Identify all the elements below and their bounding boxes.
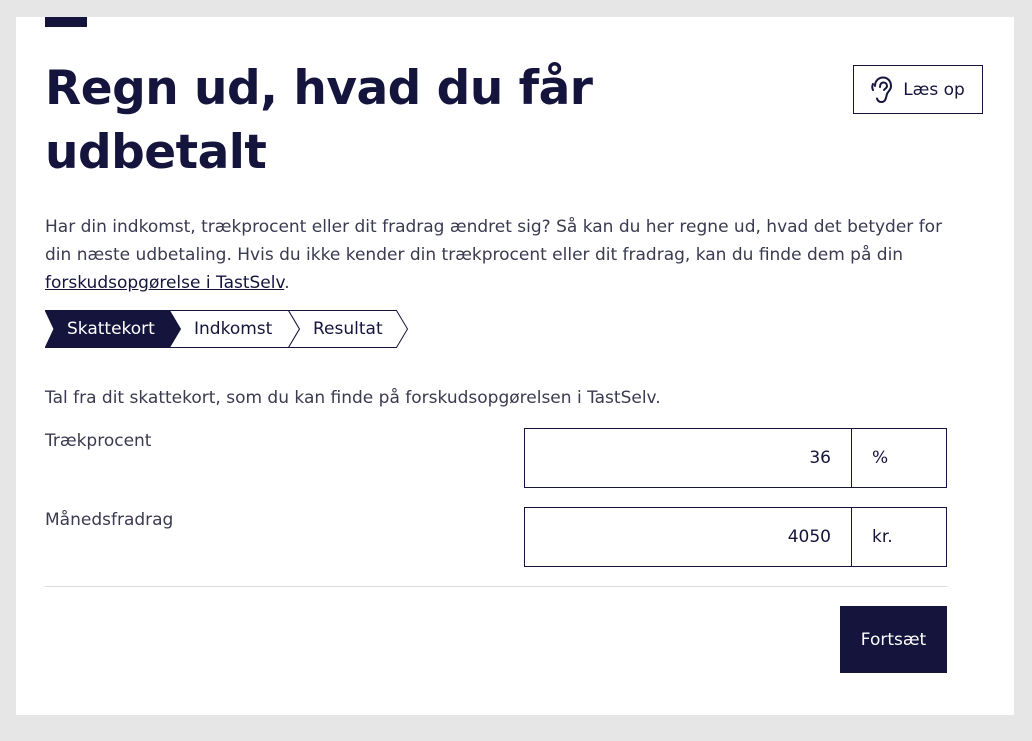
continue-button[interactable]: Fortsæt: [840, 606, 947, 673]
read-aloud-button[interactable]: Læs op: [853, 65, 983, 114]
page-title: Regn ud, hvad du får udbetalt: [45, 61, 593, 180]
step-skattekort[interactable]: Skattekort: [67, 310, 155, 348]
divider: [45, 586, 947, 587]
intro-suffix: .: [284, 273, 290, 293]
maanedsfradrag-label: Månedsfradrag: [45, 510, 174, 530]
step-indkomst[interactable]: Indkomst: [194, 310, 272, 348]
calculator-card: Regn ud, hvad du får udbetalt Læs op Har…: [16, 17, 1014, 715]
traekprocent-label: Trækprocent: [45, 431, 152, 451]
intro-body: Har din indkomst, trækprocent eller dit …: [45, 217, 943, 265]
progress-steps: Skattekort Indkomst Resultat: [45, 310, 409, 348]
read-aloud-label: Læs op: [903, 79, 965, 100]
accent-bar: [45, 17, 87, 27]
intro-text: Har din indkomst, trækprocent eller dit …: [45, 213, 965, 297]
maanedsfradrag-input[interactable]: [525, 508, 852, 566]
step-resultat[interactable]: Resultat: [313, 310, 383, 348]
maanedsfradrag-field: kr.: [524, 507, 947, 567]
kroner-unit: kr.: [872, 527, 893, 547]
traekprocent-input[interactable]: [525, 429, 852, 487]
traekprocent-field: %: [524, 428, 947, 488]
ear-icon: [871, 76, 893, 104]
section-description: Tal fra dit skattekort, som du kan finde…: [45, 388, 661, 408]
percent-unit: %: [872, 448, 889, 468]
forskudsopgorelse-link[interactable]: forskudsopgørelse i TastSelv: [45, 273, 284, 293]
